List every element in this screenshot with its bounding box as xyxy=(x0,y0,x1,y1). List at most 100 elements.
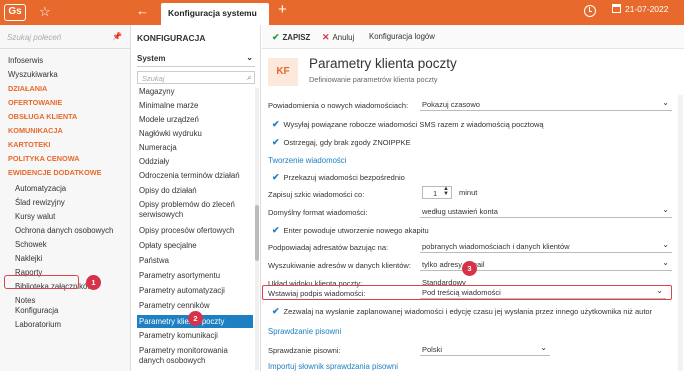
nav-item-ewidencje-dodatkowe[interactable]: EWIDENCJE DODATKOWE xyxy=(8,168,102,177)
command-search-input[interactable]: Szukaj poleceń xyxy=(0,25,130,49)
draft-value: 1 xyxy=(433,189,438,198)
config-item[interactable]: Parametry asortymentu xyxy=(139,271,251,281)
signature-label: Wstawiaj podpis wiadomości: xyxy=(268,289,366,298)
config-item[interactable]: Nagłówki wydruku xyxy=(139,129,251,139)
config-group-value: System xyxy=(137,54,166,63)
nav-item-polityka-cenowa[interactable]: POLITYKA CENOWA xyxy=(8,154,79,163)
checkmark-icon: ✔ xyxy=(272,306,280,316)
pin-icon[interactable]: 📌 xyxy=(112,32,122,41)
toolbar: ✔ ZAPISZ ✕ Anuluj Konfiguracja logów xyxy=(262,25,684,49)
draft-label: Zapisuj szkic wiadomości co: xyxy=(268,190,365,199)
cancel-label: Anuluj xyxy=(332,33,355,42)
config-item[interactable]: Opisy do działań xyxy=(139,186,251,196)
config-item[interactable]: Numeracja xyxy=(139,143,251,153)
chevron-down-icon: ⌄ xyxy=(656,286,663,295)
date-text: 21-07-2022 xyxy=(625,4,669,14)
chevron-down-icon: ⌄ xyxy=(662,240,669,249)
check-enter[interactable]: ✔ Enter powoduje utworzenie nowego akapit… xyxy=(272,225,429,236)
suggest-select[interactable]: pobranych wiadomościach i danych klientó… xyxy=(420,240,672,253)
nav-item-ofertowanie[interactable]: OFERTOWANIE xyxy=(8,98,62,107)
save-button[interactable]: ✔ ZAPISZ xyxy=(272,32,310,43)
highlight-konfiguracja xyxy=(4,275,79,289)
search-icon: ⌕ xyxy=(246,73,251,82)
clock-check-icon[interactable] xyxy=(584,5,596,17)
format-value: według ustawień konta xyxy=(422,207,498,216)
draft-stepper[interactable]: 1 ▲ ▼ xyxy=(422,186,452,199)
nav-item-komunikacja[interactable]: KOMUNIKACJA xyxy=(8,126,63,135)
config-item[interactable]: Opłaty specjalne xyxy=(139,241,251,251)
spell-label: Sprawdzanie pisowni: xyxy=(268,346,341,355)
stepper-arrows-icon[interactable]: ▲ ▼ xyxy=(443,186,449,197)
check-forward[interactable]: ✔ Przekazuj wiadomości bezpośrednio xyxy=(272,172,405,183)
spell-select[interactable]: Polski ⌄ xyxy=(420,343,550,356)
config-item[interactable]: Parametry automatyzacji xyxy=(139,286,251,296)
config-item[interactable]: Minimalne marże xyxy=(139,101,251,111)
format-select[interactable]: według ustawień konta ⌄ xyxy=(420,205,672,218)
cancel-button[interactable]: ✕ Anuluj xyxy=(322,32,354,43)
notify-select[interactable]: Pokazuj czasowo ⌄ xyxy=(420,98,672,111)
config-item[interactable]: Opisy procesów ofertowych xyxy=(139,226,251,236)
section-import[interactable]: Importuj słownik sprawdzania pisowni xyxy=(268,362,398,371)
module-icon: KF xyxy=(268,58,298,86)
check-warn[interactable]: ✔ Ostrzegaj, gdy brak zgody ZNOIPPKE xyxy=(272,137,411,148)
signature-select[interactable]: Pod treścią wiadomości ⌄ xyxy=(420,286,666,299)
new-tab-plus-icon[interactable]: + xyxy=(278,1,287,18)
signature-value: Pod treścią wiadomości xyxy=(422,288,501,297)
check-allow[interactable]: ✔ Zezwalaj na wysłanie zaplanowanej wiado… xyxy=(272,306,652,317)
spell-value: Polski xyxy=(422,345,443,354)
close-icon: ✕ xyxy=(322,32,330,42)
config-scroll-thumb[interactable] xyxy=(255,205,259,261)
chevron-down-icon: ⌄ xyxy=(540,343,547,352)
step-badge-3: 3 xyxy=(462,261,477,276)
notify-value: Pokazuj czasowo xyxy=(422,100,480,109)
checkmark-icon: ✔ xyxy=(272,172,280,182)
config-item[interactable]: Magazyny xyxy=(139,87,251,97)
checkmark-icon: ✔ xyxy=(272,137,280,147)
config-item[interactable]: Parametry komunikacji xyxy=(139,331,251,341)
nav-item-schowek[interactable]: Schowek xyxy=(15,240,47,249)
save-label: ZAPISZ xyxy=(282,33,311,42)
nav-item-wyszukiwarka[interactable]: Wyszukiwarka xyxy=(8,70,58,79)
draft-unit: minut xyxy=(459,188,478,197)
config-item[interactable]: Państwa xyxy=(139,256,251,266)
nav-item-działania[interactable]: DZIAŁANIA xyxy=(8,84,47,93)
checkmark-icon: ✔ xyxy=(272,119,280,129)
nav-item-naklejki[interactable]: Naklejki xyxy=(15,254,42,263)
config-group-select[interactable]: System ⌄ xyxy=(137,53,255,67)
config-item[interactable]: Modele urządzeń xyxy=(139,115,251,125)
section-create[interactable]: Tworzenie wiadomości xyxy=(268,156,346,165)
nav-item-notes[interactable]: Notes xyxy=(15,296,35,305)
chevron-down-icon: ⌄ xyxy=(246,53,253,62)
section-spell[interactable]: Sprawdzanie pisowni xyxy=(268,327,341,336)
config-item[interactable]: Oddziały xyxy=(139,157,251,167)
date-display[interactable]: 21-07-2022 xyxy=(612,4,668,14)
logs-config-button[interactable]: Konfiguracja logów xyxy=(369,32,435,41)
tab-konfiguracja-systemu[interactable]: Konfiguracja systemu xyxy=(161,3,269,25)
check-enter-label: Enter powoduje utworzenie nowego akapitu xyxy=(283,226,429,235)
check-allow-label: Zezwalaj na wysłanie zaplanowanej wiadom… xyxy=(283,307,653,316)
config-item[interactable]: Odroczenia terminów działań xyxy=(139,171,251,181)
nav-item-laboratorium[interactable]: Laboratorium xyxy=(15,320,61,329)
nav-item-konfiguracja[interactable]: Konfiguracja xyxy=(15,306,58,315)
config-search-input[interactable]: Szukaj ⌕ xyxy=(137,71,255,84)
nav-item-automatyzacja[interactable]: Automatyzacja xyxy=(15,184,66,193)
notify-label: Powiadomienia o nowych wiadomościach: xyxy=(268,101,409,110)
nav-item-ślad-rewizyjny[interactable]: Ślad rewizyjny xyxy=(15,198,65,207)
suggest-value: pobranych wiadomościach i danych klientó… xyxy=(422,242,570,251)
check-sms[interactable]: ✔ Wysyłaj powiązane robocze wiadomości SM… xyxy=(272,119,544,130)
format-label: Domyślny format wiadomości: xyxy=(268,208,368,217)
config-item[interactable]: Parametry monitorowania danych osobowych xyxy=(139,346,251,366)
nav-item-ochrona-danych-osobowych[interactable]: Ochrona danych osobowych xyxy=(15,226,113,235)
nav-item-obsługa-klienta[interactable]: OBSŁUGA KLIENTA xyxy=(8,112,77,121)
app-logo[interactable]: Gs xyxy=(4,4,26,21)
search-select[interactable]: tylko adresy e-mail ⌄ xyxy=(420,258,672,271)
config-item[interactable]: Opisy problemów do zleceń serwisowych xyxy=(139,200,251,220)
back-arrow-icon[interactable]: ← xyxy=(136,3,149,18)
config-item[interactable]: Parametry cenników xyxy=(139,301,251,311)
nav-item-kartoteki[interactable]: KARTOTEKI xyxy=(8,140,50,149)
nav-item-kursy-walut[interactable]: Kursy walut xyxy=(15,212,55,221)
page-title: Parametry klienta poczty xyxy=(309,56,457,71)
settings-scrollbar[interactable] xyxy=(678,95,683,371)
star-icon[interactable]: ☆ xyxy=(39,4,51,20)
nav-item-infoserwis[interactable]: Infoserwis xyxy=(8,56,43,65)
